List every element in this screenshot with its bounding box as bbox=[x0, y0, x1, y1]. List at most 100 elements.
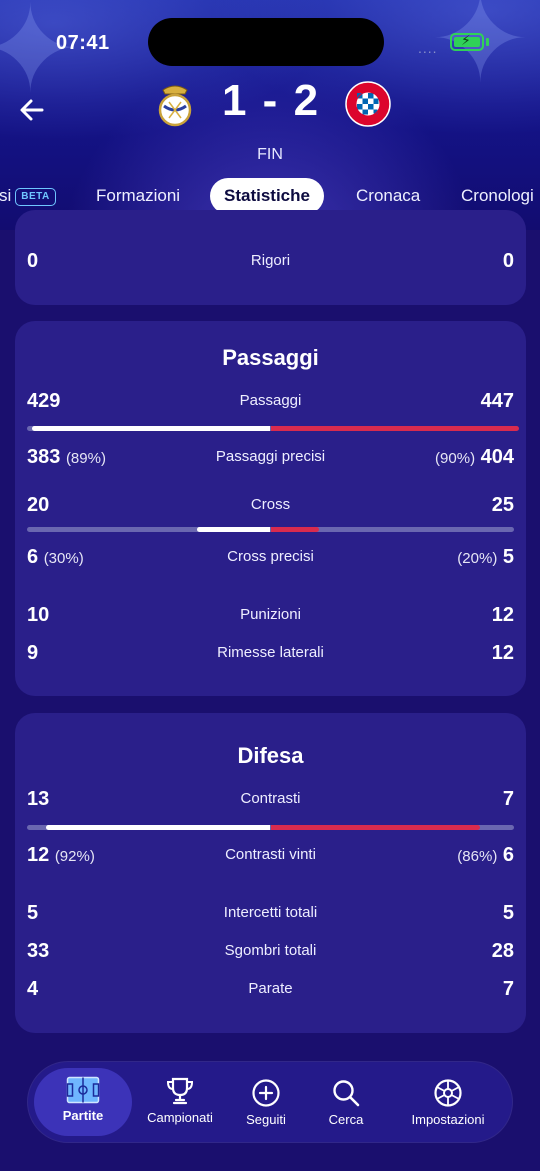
stat-label: Cross precisi bbox=[227, 548, 314, 565]
stat-label: Rigori bbox=[250, 252, 291, 269]
pitch-icon bbox=[66, 1076, 100, 1104]
nav-campionati[interactable]: Campionati bbox=[132, 1062, 228, 1142]
stat-home-value: 12 (92%) bbox=[27, 844, 95, 866]
nav-label: Partite bbox=[62, 1108, 104, 1123]
stat-label: Sgombri totali bbox=[224, 942, 317, 959]
stat-away-value: 5 bbox=[502, 902, 514, 924]
stat-row-parate: 4 Parate 7 bbox=[15, 975, 526, 1005]
nav-partite[interactable]: Partite bbox=[34, 1068, 132, 1136]
stat-row-contrasti-vinti: 12 (92%) Contrasti vinti (86%) 6 bbox=[15, 841, 526, 871]
battery-cap bbox=[486, 38, 489, 46]
dynamic-island bbox=[148, 18, 384, 66]
stat-label: Contrasti vinti bbox=[225, 846, 316, 863]
stat-home-value: 6 (30%) bbox=[27, 546, 84, 568]
match-header: ✦ ✦ 07:41 .... ⚡ 1 - 2 FIN si BETA Forma… bbox=[0, 0, 540, 230]
nav-impostazioni[interactable]: Impostazioni bbox=[394, 1062, 502, 1142]
stat-away-value: 28 bbox=[491, 940, 514, 962]
stat-home-value: 10 bbox=[27, 604, 50, 626]
signal-icon: .... bbox=[418, 40, 438, 56]
score-separator: - bbox=[262, 76, 280, 125]
stat-label: Passaggi precisi bbox=[215, 448, 326, 465]
stat-away-percent: (20%) bbox=[457, 550, 498, 567]
away-bar-fill bbox=[270, 825, 480, 830]
stat-row-passaggi: 429 Passaggi 447 bbox=[15, 387, 526, 417]
passaggi-card: Passaggi 429 Passaggi 447 383 (89%) Pass… bbox=[15, 321, 526, 696]
match-score: 1 - 2 bbox=[212, 76, 330, 126]
difesa-card: Difesa 13 Contrasti 7 12 (92%) Contrasti… bbox=[15, 713, 526, 1033]
tab-cronaca[interactable]: Cronaca bbox=[356, 178, 420, 214]
stat-row-contrasti: 13 Contrasti 7 bbox=[15, 785, 526, 815]
status-time: 07:41 bbox=[56, 32, 110, 54]
bottom-navigation: Partite Campionati Seguiti Cerca Imposta… bbox=[28, 1062, 512, 1142]
stat-home-percent: (92%) bbox=[54, 848, 95, 865]
back-arrow-icon[interactable] bbox=[18, 92, 50, 128]
stat-away-value: (90%) 404 bbox=[435, 446, 514, 468]
nav-seguiti[interactable]: Seguiti bbox=[228, 1062, 304, 1142]
stat-row-rimesse-laterali: 9 Rimesse laterali 12 bbox=[15, 639, 526, 669]
stat-row-intercetti-totali: 5 Intercetti totali 5 bbox=[15, 899, 526, 929]
stat-home-value: 33 bbox=[27, 940, 50, 962]
stat-away-value: 12 bbox=[491, 642, 514, 664]
tab-partial-beta[interactable]: si BETA bbox=[0, 178, 56, 214]
tab-cronologia[interactable]: Cronologi bbox=[461, 178, 534, 214]
settings-icon bbox=[434, 1079, 462, 1107]
away-score: 2 bbox=[293, 76, 321, 125]
rigori-card: 0 Rigori 0 bbox=[15, 210, 526, 305]
plus-circle-icon bbox=[252, 1079, 280, 1107]
section-title: Passaggi bbox=[222, 345, 319, 370]
search-icon bbox=[333, 1080, 360, 1107]
stat-row-passaggi-precisi: 383 (89%) Passaggi precisi (90%) 404 bbox=[15, 443, 526, 473]
stat-label: Rimesse laterali bbox=[217, 644, 324, 661]
stat-home-percent: (30%) bbox=[43, 550, 84, 567]
stat-away-value: 0 bbox=[502, 250, 514, 272]
away-bar-fill bbox=[270, 426, 519, 431]
tab-label: si bbox=[0, 186, 12, 205]
stat-home-value: 0 bbox=[27, 250, 39, 272]
tab-formazioni[interactable]: Formazioni bbox=[96, 178, 180, 214]
stat-row-punizioni: 10 Punizioni 12 bbox=[15, 601, 526, 631]
stat-row-sgombri-totali: 33 Sgombri totali 28 bbox=[15, 937, 526, 967]
away-team-crest[interactable] bbox=[344, 80, 392, 128]
match-status: FIN bbox=[257, 146, 283, 163]
away-bar-fill bbox=[270, 527, 320, 532]
stat-home-value: 9 bbox=[27, 642, 39, 664]
stat-label: Parate bbox=[248, 980, 293, 997]
stat-away-value: 447 bbox=[480, 390, 514, 412]
home-score: 1 bbox=[221, 76, 249, 125]
battery-icon: ⚡ bbox=[450, 32, 484, 51]
stat-home-value: 20 bbox=[27, 494, 50, 516]
stat-home-value: 429 bbox=[27, 390, 61, 412]
stat-label: Punizioni bbox=[240, 606, 301, 623]
stat-away-value: (86%) 6 bbox=[457, 844, 514, 866]
nav-label: Seguiti bbox=[246, 1112, 286, 1127]
stat-label: Passaggi bbox=[239, 392, 302, 409]
stat-home-value: 5 bbox=[27, 902, 39, 924]
stat-away-value: (20%) 5 bbox=[457, 546, 514, 568]
stat-away-value: 12 bbox=[491, 604, 514, 626]
stat-home-value: 383 (89%) bbox=[27, 446, 106, 468]
stat-away-value: 7 bbox=[502, 978, 514, 1000]
tab-statistiche[interactable]: Statistiche bbox=[210, 178, 324, 214]
trophy-icon bbox=[166, 1077, 194, 1105]
nav-label: Cerca bbox=[328, 1112, 364, 1127]
stat-row-cross-precisi: 6 (30%) Cross precisi (20%) 5 bbox=[15, 543, 526, 573]
beta-badge: BETA bbox=[15, 187, 56, 206]
home-bar-fill bbox=[46, 825, 271, 830]
nav-label: Campionati bbox=[147, 1110, 213, 1125]
stat-comparison-bar bbox=[27, 527, 514, 532]
stat-home-percent: (89%) bbox=[65, 450, 106, 467]
stat-home-value: 4 bbox=[27, 978, 39, 1000]
nav-label: Impostazioni bbox=[411, 1112, 485, 1127]
stat-away-percent: (86%) bbox=[457, 848, 498, 865]
stat-label: Intercetti totali bbox=[223, 904, 318, 921]
stat-comparison-bar bbox=[27, 426, 519, 431]
stat-row-cross: 20 Cross 25 bbox=[15, 491, 526, 521]
stat-row-rigori: 0 Rigori 0 bbox=[15, 247, 526, 277]
home-bar-fill bbox=[197, 527, 271, 532]
nav-cerca[interactable]: Cerca bbox=[308, 1062, 384, 1142]
section-title: Difesa bbox=[237, 743, 304, 768]
stat-away-value: 7 bbox=[502, 788, 514, 810]
stat-comparison-bar bbox=[27, 825, 514, 830]
stat-home-value: 13 bbox=[27, 788, 50, 810]
home-team-crest[interactable] bbox=[155, 80, 195, 128]
